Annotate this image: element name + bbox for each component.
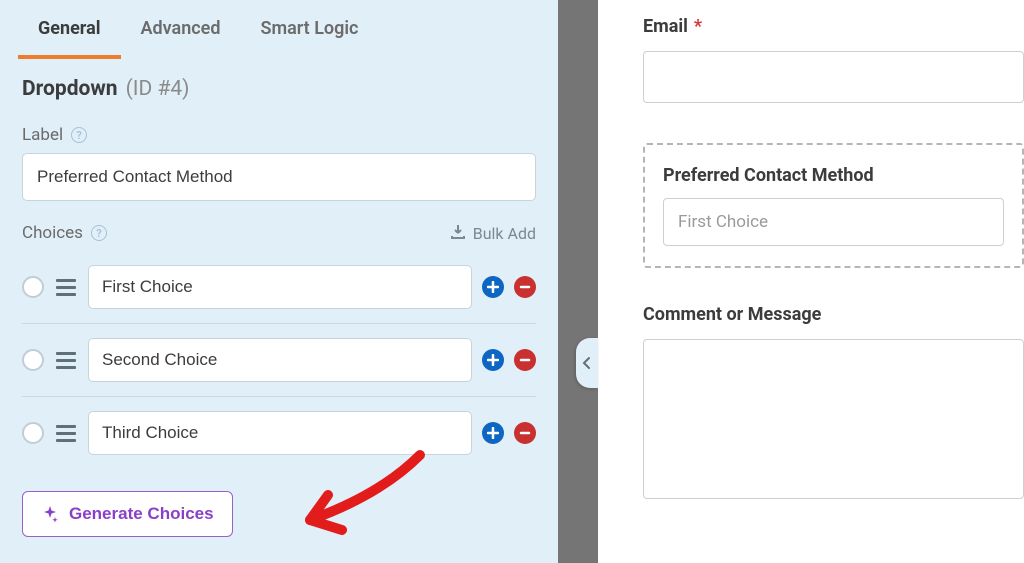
label-input[interactable]: [22, 153, 536, 201]
required-star-icon: *: [694, 16, 702, 37]
tab-advanced[interactable]: Advanced: [121, 0, 241, 59]
choice-input[interactable]: [88, 338, 472, 382]
comment-textarea[interactable]: [643, 339, 1024, 499]
generate-choices-button[interactable]: Generate Choices: [22, 491, 233, 537]
remove-choice-button[interactable]: [514, 276, 536, 298]
settings-panel: General Advanced Smart Logic Dropdown (I…: [0, 0, 558, 563]
choice-row: [22, 323, 536, 396]
help-icon[interactable]: ?: [91, 225, 107, 241]
default-radio[interactable]: [22, 276, 44, 298]
tab-general[interactable]: General: [18, 0, 121, 59]
field-title: Dropdown: [22, 77, 118, 101]
choice-row: [22, 251, 536, 323]
collapse-panel-button[interactable]: [576, 338, 598, 388]
choices-section-label: Choices ?: [22, 223, 107, 243]
tab-smart-logic[interactable]: Smart Logic: [240, 0, 378, 59]
add-choice-button[interactable]: [482, 422, 504, 444]
help-icon[interactable]: ?: [71, 127, 87, 143]
add-choice-button[interactable]: [482, 276, 504, 298]
choice-row: [22, 396, 536, 469]
default-radio[interactable]: [22, 422, 44, 444]
field-id: (ID #4): [126, 77, 190, 101]
contact-label: Preferred Contact Method: [663, 165, 1004, 186]
divider: [558, 0, 598, 563]
tabs: General Advanced Smart Logic: [0, 0, 558, 59]
preview-email-field[interactable]: Email *: [643, 16, 1024, 103]
remove-choice-button[interactable]: [514, 422, 536, 444]
choice-input[interactable]: [88, 411, 472, 455]
sparkle-icon: [41, 505, 59, 523]
field-title-row: Dropdown (ID #4): [0, 59, 558, 111]
chevron-left-icon: [582, 356, 592, 370]
label-section-label: Label ?: [22, 125, 87, 145]
drag-handle-icon[interactable]: [54, 425, 78, 442]
drag-handle-icon[interactable]: [54, 352, 78, 369]
drag-handle-icon[interactable]: [54, 279, 78, 296]
choice-input[interactable]: [88, 265, 472, 309]
remove-choice-button[interactable]: [514, 349, 536, 371]
download-icon: [451, 224, 465, 243]
bulk-add-link[interactable]: Bulk Add: [451, 224, 536, 243]
choices-list: [0, 251, 558, 469]
comment-label: Comment or Message: [643, 304, 1024, 325]
form-preview: Email * Preferred Contact Method First C…: [598, 0, 1024, 563]
default-radio[interactable]: [22, 349, 44, 371]
preview-selected-field[interactable]: Preferred Contact Method First Choice: [643, 143, 1024, 268]
email-input[interactable]: [643, 51, 1024, 103]
add-choice-button[interactable]: [482, 349, 504, 371]
dropdown-preview[interactable]: First Choice: [663, 198, 1004, 246]
email-label: Email: [643, 16, 688, 37]
preview-comment-field[interactable]: Comment or Message: [643, 304, 1024, 499]
